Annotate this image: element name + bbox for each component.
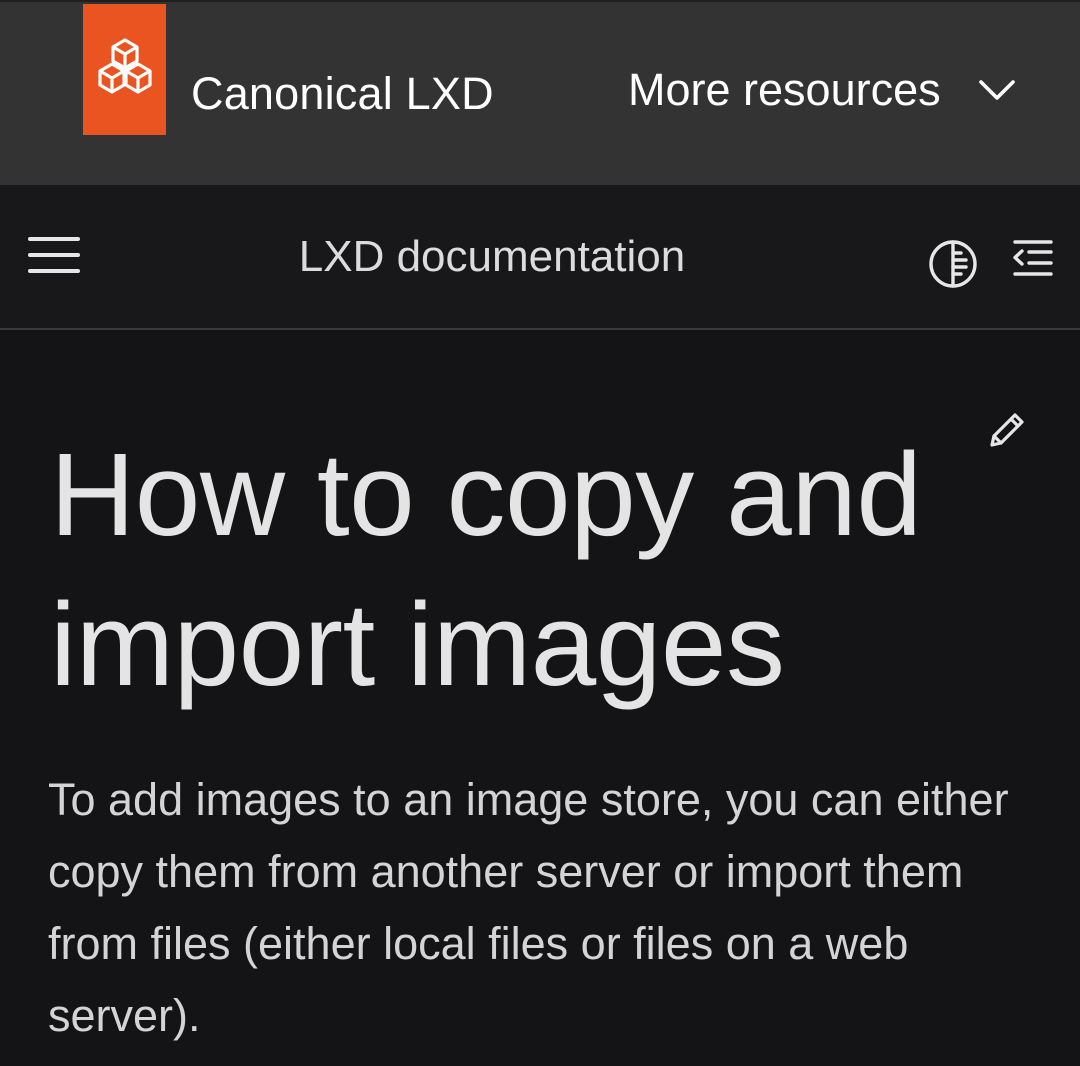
lxd-cubes-icon [94, 36, 156, 103]
theme-toggle-icon[interactable] [928, 239, 978, 289]
global-nav: Canonical LXD More resources [0, 0, 1080, 185]
logo-tile[interactable] [83, 4, 166, 135]
more-resources-dropdown[interactable]: More resources [628, 60, 1017, 120]
chevron-down-icon [977, 76, 1017, 104]
brand-name[interactable]: Canonical LXD [191, 66, 494, 122]
docs-header: LXD documentation [0, 185, 1080, 330]
pencil-edit-icon[interactable] [986, 409, 1028, 451]
more-resources-label: More resources [628, 64, 941, 115]
page-title: How to copy and import images [50, 429, 922, 711]
intro-paragraph: To add images to an image store, you can… [48, 774, 1009, 1041]
docs-title[interactable]: LXD documentation [0, 229, 984, 285]
table-of-contents-icon[interactable] [1011, 239, 1053, 277]
